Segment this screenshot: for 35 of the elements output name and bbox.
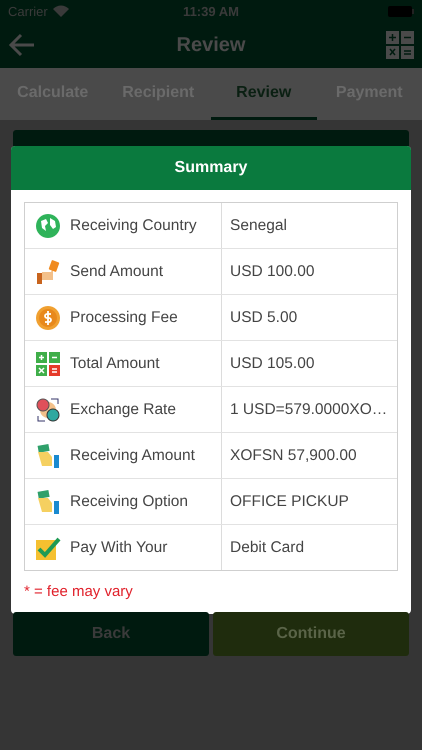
screen-title: Review: [176, 34, 246, 56]
row-value: Senegal: [229, 216, 288, 236]
row-label: Receiving Country: [70, 216, 197, 234]
row-label: Processing Fee: [70, 308, 178, 326]
battery-icon: [388, 6, 414, 16]
row-value: USD 5.00: [229, 308, 298, 328]
row-label: Pay With Your: [70, 538, 168, 556]
step-tab[interactable]: Review: [211, 68, 316, 120]
globe-icon: [35, 212, 61, 238]
row-label: Receiving Option: [70, 492, 188, 510]
row-value: XOFSN 57,900.00: [229, 446, 358, 466]
hand-cash-icon: [35, 488, 61, 514]
back-arrow-icon[interactable]: [8, 33, 36, 57]
row-label: Total Amount: [70, 354, 160, 372]
carrier-label: Carrier: [8, 4, 69, 18]
clock-time: 11:39 AM: [183, 4, 239, 18]
fee-note: * = fee may vary: [24, 583, 134, 600]
calculator-icon: [35, 350, 61, 376]
row-value: USD 100.00: [229, 262, 316, 282]
row-label: Exchange Rate: [70, 400, 176, 418]
continue-button[interactable]: Continue: [213, 612, 409, 656]
row-label: Send Amount: [70, 262, 164, 280]
row-value: 1 USD=579.0000XO…: [229, 400, 388, 420]
back-button[interactable]: Back: [13, 612, 209, 656]
row-value: OFFICE PICKUP: [229, 492, 350, 512]
hand-money-icon: [35, 258, 61, 284]
row-label: Receiving Amount: [70, 446, 195, 464]
wifi-icon: [52, 5, 69, 17]
row-value: Debit Card: [229, 538, 306, 558]
dollar-coin-icon: [35, 304, 61, 330]
hand-cash-icon: [35, 442, 61, 468]
currency-exchange-icon: [35, 396, 61, 422]
calculator-icon[interactable]: [386, 31, 414, 59]
row-value: USD 105.00: [229, 354, 316, 374]
dialog-title: Summary: [11, 146, 411, 190]
